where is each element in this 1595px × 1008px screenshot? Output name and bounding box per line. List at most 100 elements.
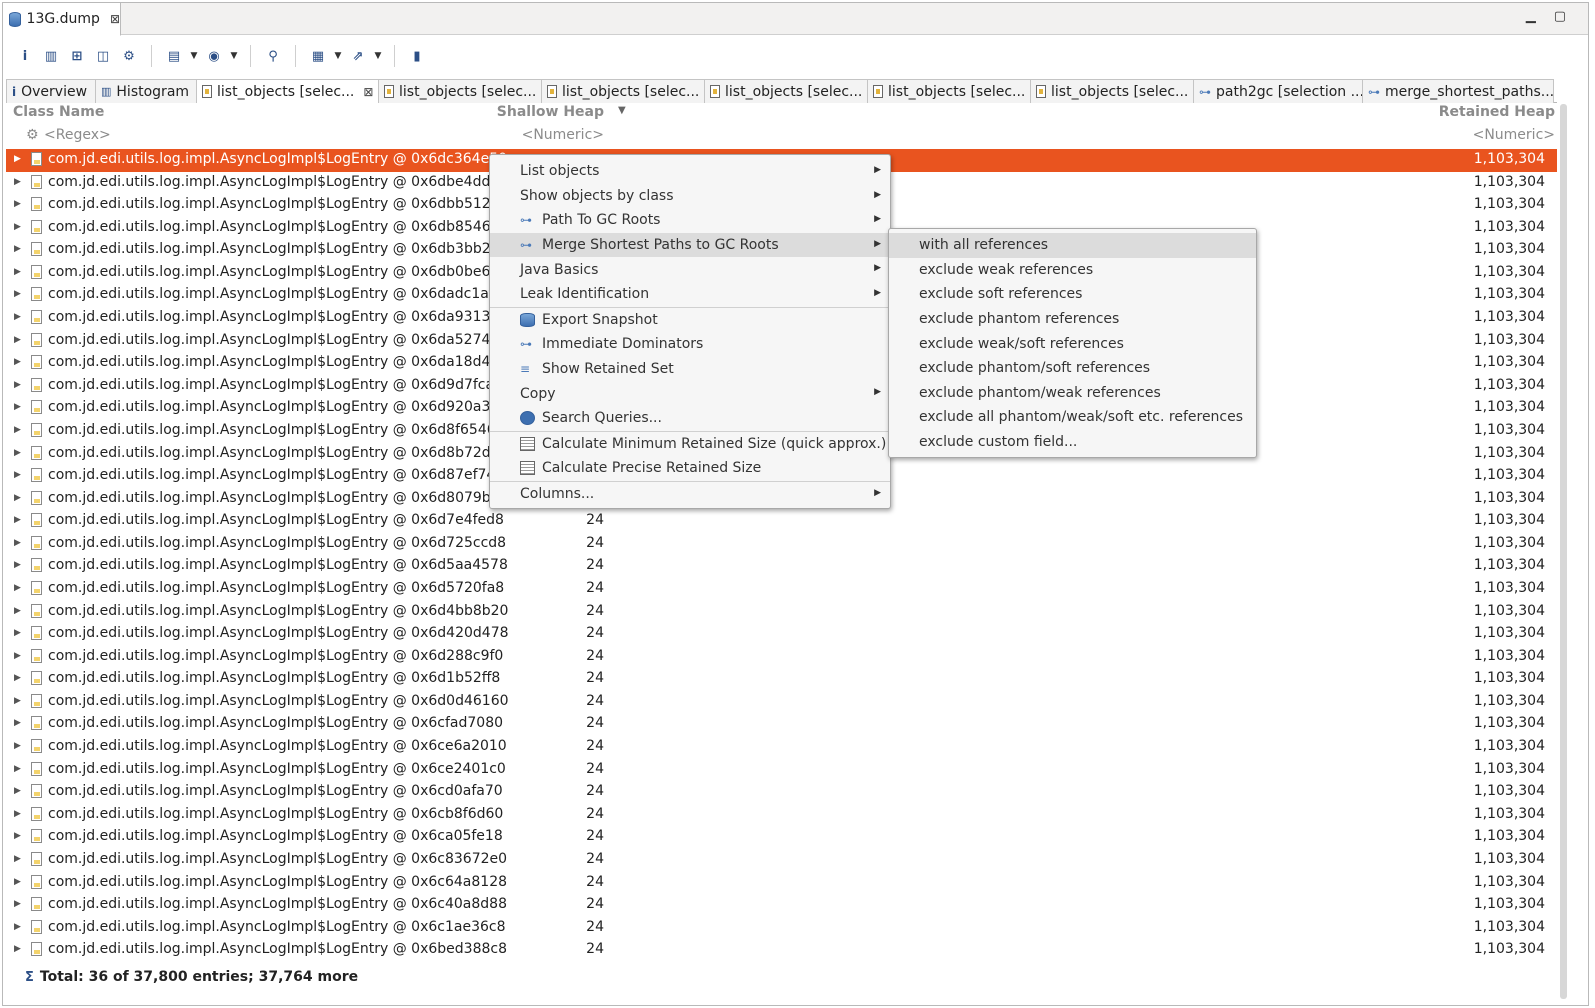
expand-arrow-icon[interactable]: ▶ bbox=[14, 470, 21, 480]
menu-item-leak-identification[interactable]: Leak Identification ▶ bbox=[490, 282, 890, 307]
expand-arrow-icon[interactable]: ▶ bbox=[14, 922, 21, 932]
chevron-down-icon[interactable]: ▼ bbox=[372, 44, 384, 68]
table-row[interactable]: ▶ com.jd.edi.utils.log.impl.AsyncLogImpl$… bbox=[6, 601, 1557, 624]
expand-arrow-icon[interactable]: ▶ bbox=[14, 606, 21, 616]
expand-arrow-icon[interactable]: ▶ bbox=[14, 515, 21, 525]
table-row[interactable]: ▶ com.jd.edi.utils.log.impl.AsyncLogImpl$… bbox=[6, 555, 1557, 578]
expand-arrow-icon[interactable]: ▶ bbox=[14, 696, 21, 706]
expand-arrow-icon[interactable]: ▶ bbox=[14, 718, 21, 728]
column-retained-heap[interactable]: Retained Heap bbox=[1439, 104, 1555, 120]
heap-dump-overview-icon[interactable]: ⚙ bbox=[117, 44, 141, 68]
expand-arrow-icon[interactable]: ▶ bbox=[14, 764, 21, 774]
expand-arrow-icon[interactable]: ▶ bbox=[14, 357, 21, 367]
run-report-icon[interactable]: ▤ bbox=[162, 44, 186, 68]
table-row[interactable]: ▶ com.jd.edi.utils.log.impl.AsyncLogImpl$… bbox=[6, 623, 1557, 646]
expand-arrow-icon[interactable]: ▶ bbox=[14, 402, 21, 412]
expand-arrow-icon[interactable]: ▶ bbox=[14, 448, 21, 458]
tab-merge-shortest-paths[interactable]: ⊶ merge_shortest_paths... bbox=[1362, 79, 1554, 103]
menu-item-columns[interactable]: Columns... ▶ bbox=[490, 482, 890, 507]
tab-histogram[interactable]: ▥ Histogram bbox=[95, 79, 197, 103]
column-class-name[interactable]: Class Name bbox=[13, 104, 104, 120]
expand-arrow-icon[interactable]: ▶ bbox=[14, 538, 21, 548]
table-row[interactable]: ▶ com.jd.edi.utils.log.impl.AsyncLogImpl$… bbox=[6, 872, 1557, 895]
table-row[interactable]: ▶ com.jd.edi.utils.log.impl.AsyncLogImpl$… bbox=[6, 510, 1557, 533]
table-row[interactable]: ▶ com.jd.edi.utils.log.impl.AsyncLogImpl$… bbox=[6, 849, 1557, 872]
table-row[interactable]: ▶ com.jd.edi.utils.log.impl.AsyncLogImpl$… bbox=[6, 713, 1557, 736]
expand-arrow-icon[interactable]: ▶ bbox=[14, 154, 21, 164]
menu-item-immediate-dominators[interactable]: ⊶ Immediate Dominators bbox=[490, 332, 890, 357]
expand-arrow-icon[interactable]: ▶ bbox=[14, 673, 21, 683]
tab-path2gc[interactable]: ⊶ path2gc [selection ... bbox=[1193, 79, 1363, 103]
submenu-item-exclude-weak-soft-references[interactable]: exclude weak/soft references bbox=[889, 331, 1256, 356]
table-row[interactable]: ▶ com.jd.edi.utils.log.impl.AsyncLogImpl$… bbox=[6, 736, 1557, 759]
menu-item-calculate-minimum-retained-size-quick-approx[interactable]: Calculate Minimum Retained Size (quick a… bbox=[490, 432, 890, 457]
tab-list-objects[interactable]: list_objects [selec... bbox=[1030, 79, 1194, 103]
oql-icon[interactable]: ◫ bbox=[91, 44, 115, 68]
retained-heap-filter[interactable]: <Numeric> bbox=[1473, 127, 1555, 143]
tab-list-objects-active[interactable]: list_objects [selec... ⊠ bbox=[196, 79, 379, 103]
expand-arrow-icon[interactable]: ▶ bbox=[14, 899, 21, 909]
tab-overview[interactable]: i Overview bbox=[6, 79, 96, 103]
expand-arrow-icon[interactable]: ▶ bbox=[14, 177, 21, 187]
menu-item-merge-shortest-paths-to-gc-roots[interactable]: ⊶ Merge Shortest Paths to GC Roots ▶ bbox=[490, 232, 890, 258]
chevron-down-icon[interactable]: ▼ bbox=[188, 44, 200, 68]
group-by-icon[interactable]: ▦ bbox=[306, 44, 330, 68]
table-row[interactable]: ▶ com.jd.edi.utils.log.impl.AsyncLogImpl$… bbox=[6, 894, 1557, 917]
expand-arrow-icon[interactable]: ▶ bbox=[14, 380, 21, 390]
submenu-item-with-all-references[interactable]: with all references bbox=[889, 233, 1256, 258]
tab-list-objects[interactable]: list_objects [selec... bbox=[704, 79, 868, 103]
table-row[interactable]: ▶ com.jd.edi.utils.log.impl.AsyncLogImpl$… bbox=[6, 939, 1557, 962]
menu-item-path-to-gc-roots[interactable]: ⊶ Path To GC Roots ▶ bbox=[490, 208, 890, 233]
shallow-heap-filter[interactable]: <Numeric> bbox=[522, 127, 604, 143]
export-icon[interactable]: ⇗ bbox=[346, 44, 370, 68]
histogram-icon[interactable]: ▥ bbox=[39, 44, 63, 68]
table-row[interactable]: ▶ com.jd.edi.utils.log.impl.AsyncLogImpl$… bbox=[6, 826, 1557, 849]
menu-item-search-queries[interactable]: Search Queries... bbox=[490, 406, 890, 431]
submenu-item-exclude-phantom-references[interactable]: exclude phantom references bbox=[889, 307, 1256, 332]
expand-arrow-icon[interactable]: ▶ bbox=[14, 493, 21, 503]
submenu-item-exclude-custom-field[interactable]: exclude custom field... bbox=[889, 430, 1256, 455]
column-shallow-heap[interactable]: Shallow Heap bbox=[497, 104, 604, 120]
submenu-item-exclude-soft-references[interactable]: exclude soft references bbox=[889, 282, 1256, 307]
expand-arrow-icon[interactable]: ▶ bbox=[14, 741, 21, 751]
table-row[interactable]: ▶ com.jd.edi.utils.log.impl.AsyncLogImpl$… bbox=[6, 804, 1557, 827]
submenu-item-exclude-all-phantom-weak-soft-etc-references[interactable]: exclude all phantom/weak/soft etc. refer… bbox=[889, 405, 1256, 430]
table-row[interactable]: ▶ com.jd.edi.utils.log.impl.AsyncLogImpl$… bbox=[6, 646, 1557, 669]
info-icon[interactable]: i bbox=[13, 44, 37, 68]
vertical-scrollbar[interactable] bbox=[1559, 104, 1569, 999]
expand-arrow-icon[interactable]: ▶ bbox=[14, 335, 21, 345]
query-browser-icon[interactable]: ◉ bbox=[202, 44, 226, 68]
menu-item-show-objects-by-class[interactable]: Show objects by class ▶ bbox=[490, 184, 890, 209]
table-row[interactable]: ▶ com.jd.edi.utils.log.impl.AsyncLogImpl$… bbox=[6, 578, 1557, 601]
expand-arrow-icon[interactable]: ▶ bbox=[14, 854, 21, 864]
editor-tab-13g-dump[interactable]: 13G.dump ⊠ bbox=[3, 3, 121, 36]
expand-arrow-icon[interactable]: ▶ bbox=[14, 425, 21, 435]
expand-arrow-icon[interactable]: ▶ bbox=[14, 944, 21, 954]
expand-arrow-icon[interactable]: ▶ bbox=[14, 222, 21, 232]
submenu-item-exclude-phantom-weak-references[interactable]: exclude phantom/weak references bbox=[889, 381, 1256, 406]
expand-arrow-icon[interactable]: ▶ bbox=[14, 583, 21, 593]
submenu-item-exclude-phantom-soft-references[interactable]: exclude phantom/soft references bbox=[889, 356, 1256, 381]
scroll-thumb[interactable] bbox=[1560, 104, 1567, 999]
expand-arrow-icon[interactable]: ▶ bbox=[14, 877, 21, 887]
tab-list-objects[interactable]: list_objects [selec... bbox=[378, 79, 542, 103]
expand-arrow-icon[interactable]: ▶ bbox=[14, 809, 21, 819]
table-row[interactable]: ▶ com.jd.edi.utils.log.impl.AsyncLogImpl$… bbox=[6, 533, 1557, 556]
maximize-icon[interactable]: ▢ bbox=[1554, 9, 1566, 24]
menu-item-export-snapshot[interactable]: Export Snapshot bbox=[490, 308, 890, 333]
table-row[interactable]: ▶ com.jd.edi.utils.log.impl.AsyncLogImpl$… bbox=[6, 759, 1557, 782]
menu-item-calculate-precise-retained-size[interactable]: Calculate Precise Retained Size bbox=[490, 456, 890, 481]
expand-arrow-icon[interactable]: ▶ bbox=[14, 244, 21, 254]
table-row[interactable]: ▶ com.jd.edi.utils.log.impl.AsyncLogImpl$… bbox=[6, 691, 1557, 714]
chevron-down-icon[interactable]: ▼ bbox=[332, 44, 344, 68]
close-icon[interactable]: ⊠ bbox=[110, 12, 120, 26]
table-row[interactable]: ▶ com.jd.edi.utils.log.impl.AsyncLogImpl$… bbox=[6, 668, 1557, 691]
find-object-icon[interactable]: ⚲ bbox=[261, 44, 285, 68]
expand-arrow-icon[interactable]: ▶ bbox=[14, 831, 21, 841]
minimize-icon[interactable]: ▁ bbox=[1526, 9, 1536, 24]
menu-item-list-objects[interactable]: List objects ▶ bbox=[490, 159, 890, 184]
expand-arrow-icon[interactable]: ▶ bbox=[14, 289, 21, 299]
tab-list-objects[interactable]: list_objects [selec... bbox=[541, 79, 705, 103]
table-row[interactable]: ▶ com.jd.edi.utils.log.impl.AsyncLogImpl$… bbox=[6, 781, 1557, 804]
expand-arrow-icon[interactable]: ▶ bbox=[14, 628, 21, 638]
